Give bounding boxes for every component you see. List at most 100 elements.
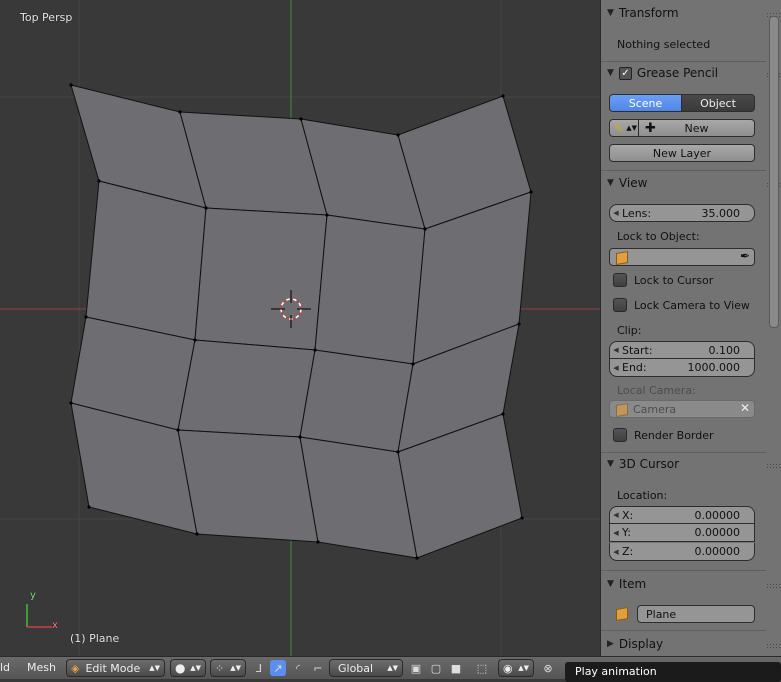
grease-pencil-title: Grease Pencil	[636, 66, 719, 80]
mesh-vertex[interactable]	[325, 213, 329, 217]
mesh-vertex[interactable]	[517, 322, 521, 326]
local-camera-field[interactable]: Camera ✕	[609, 400, 755, 418]
decrement-arrow-icon[interactable]: ◀	[610, 209, 622, 217]
scale-manipulator-icon[interactable]: ⌐	[310, 660, 326, 676]
mesh-face[interactable]	[177, 429, 319, 543]
manipulator-toggle-icon[interactable]: ⅃	[251, 660, 267, 676]
lens-value: 35.000	[701, 206, 741, 220]
mesh-vertex[interactable]	[396, 450, 400, 454]
drag-grip-icon[interactable]	[766, 463, 780, 469]
mesh-vertex[interactable]	[313, 348, 317, 352]
mesh-vertex[interactable]	[423, 227, 427, 231]
lock-object-field[interactable]: ✒	[609, 248, 755, 266]
cursor-3d-header[interactable]: ▼ 3D Cursor	[607, 455, 764, 473]
edge-select-icon[interactable]: ▢	[428, 660, 444, 676]
mesh-vertex[interactable]	[176, 428, 180, 432]
lens-field[interactable]: ◀ Lens: 35.000	[609, 204, 755, 222]
mesh-vertex[interactable]	[178, 110, 182, 114]
transform-status: Nothing selected	[617, 38, 711, 51]
mesh-vertex[interactable]	[415, 556, 419, 560]
item-header[interactable]: ▼ Item	[607, 575, 764, 593]
drag-grip-icon[interactable]	[766, 643, 780, 649]
shading-select[interactable]: ● ▲▼	[170, 659, 206, 677]
mesh-vertex[interactable]	[520, 516, 524, 520]
mesh-vertex[interactable]	[299, 117, 303, 121]
3d-viewport[interactable]: Top Persp y x (1) Plane	[0, 0, 600, 656]
cursor-y-value: 0.00000	[694, 526, 741, 539]
mesh-vertex[interactable]	[195, 532, 199, 536]
grease-pencil-checkbox[interactable]: ✓	[618, 66, 632, 80]
render-border-checkbox[interactable]	[613, 428, 627, 442]
decrement-arrow-icon[interactable]: ◀	[610, 548, 622, 556]
view-header[interactable]: ▼ View	[607, 174, 764, 192]
tab-object[interactable]: Object	[681, 94, 755, 112]
mesh-face[interactable]	[85, 180, 207, 341]
pencil-browse-button[interactable]: ✎ ▲▼	[609, 119, 639, 137]
cursor-x-label: X:	[622, 508, 634, 522]
mesh-vertex[interactable]	[501, 94, 505, 98]
object-label: (1) Plane	[70, 632, 120, 645]
divider	[601, 452, 766, 453]
rotate-manipulator-icon[interactable]: ◜	[290, 660, 306, 676]
vertex-select-icon[interactable]: ▣	[408, 660, 424, 676]
mesh-face[interactable]	[70, 84, 207, 209]
item-name-field[interactable]: Plane	[637, 605, 755, 623]
mesh-vertex[interactable]	[501, 412, 505, 416]
mesh-vertex[interactable]	[316, 540, 320, 544]
mesh-vertex[interactable]	[84, 315, 88, 319]
mesh-vertex[interactable]	[87, 505, 91, 509]
mesh-face[interactable]	[177, 339, 316, 438]
new-layer-button[interactable]: New Layer	[609, 144, 755, 162]
transform-header[interactable]: ▼ Transform	[607, 4, 764, 22]
clip-end-field[interactable]: ◀ End: 1000.000	[609, 359, 755, 377]
lock-camera-label: Lock Camera to View	[634, 299, 750, 312]
orientation-select[interactable]: Global ▲▼	[329, 659, 403, 677]
face-select-icon[interactable]: ■	[448, 660, 464, 676]
lock-camera-checkbox[interactable]	[613, 298, 627, 312]
mesh-vertex[interactable]	[193, 338, 197, 342]
cube-icon	[616, 250, 628, 266]
header-partial-menu[interactable]: ld	[0, 661, 10, 674]
drag-grip-icon[interactable]	[766, 583, 780, 589]
clear-x-icon[interactable]: ✕	[740, 401, 750, 415]
clip-start-field[interactable]: ◀ Start: 0.100	[609, 341, 755, 359]
lock-cursor-checkbox[interactable]	[613, 273, 627, 287]
viewport-canvas[interactable]	[0, 0, 600, 656]
pivot-select[interactable]: ⁘ ▲▼	[210, 659, 246, 677]
mesh-vertex[interactable]	[97, 179, 101, 183]
mesh-vertex[interactable]	[298, 435, 302, 439]
divider	[601, 61, 766, 62]
decrement-arrow-icon[interactable]: ◀	[610, 346, 622, 354]
decrement-arrow-icon[interactable]: ◀	[610, 364, 622, 372]
mesh-face[interactable]	[314, 214, 426, 365]
mesh-menu[interactable]: Mesh	[27, 661, 56, 674]
cursor-x-field[interactable]: ◀ X: 0.00000	[609, 506, 755, 524]
grease-pencil-header[interactable]: ▼ ✓ Grease Pencil	[607, 64, 764, 82]
translate-manipulator-icon[interactable]: ↗	[270, 660, 286, 676]
occlude-geometry-icon[interactable]: ⬚	[474, 660, 490, 676]
decrement-arrow-icon[interactable]: ◀	[610, 529, 622, 537]
axis-x-label: x	[52, 620, 58, 631]
edit-mode-icon: ◈	[71, 661, 80, 675]
proportional-edit-select[interactable]: ◉ ▲▼	[498, 659, 534, 677]
mesh-vertex[interactable]	[69, 401, 73, 405]
eyedropper-icon[interactable]: ✒	[740, 249, 750, 263]
mesh-vertex[interactable]	[204, 206, 208, 210]
decrement-arrow-icon[interactable]: ◀	[610, 511, 622, 519]
collapse-triangle-icon: ▼	[607, 178, 614, 188]
cursor-z-field[interactable]: ◀ Z: 0.00000	[609, 543, 755, 561]
mesh-vertex[interactable]	[396, 133, 400, 137]
mesh-face[interactable]	[299, 349, 414, 453]
mesh-vertex[interactable]	[411, 362, 415, 366]
panel-scrollbar[interactable]	[769, 16, 779, 328]
mesh-face[interactable]	[194, 207, 328, 351]
mesh-vertex[interactable]	[529, 190, 533, 194]
cursor-y-field[interactable]: ◀ Y: 0.00000	[609, 524, 755, 542]
new-grease-pencil-button[interactable]: ✚ New	[638, 119, 755, 137]
tab-scene[interactable]: Scene	[609, 94, 682, 112]
mode-select[interactable]: ◈ Edit Mode ▲▼	[66, 659, 165, 677]
divider	[601, 570, 766, 571]
display-header[interactable]: ▶ Display	[607, 635, 764, 653]
mesh-vertex[interactable]	[69, 83, 73, 87]
snap-icon[interactable]: ⊗	[540, 660, 556, 676]
